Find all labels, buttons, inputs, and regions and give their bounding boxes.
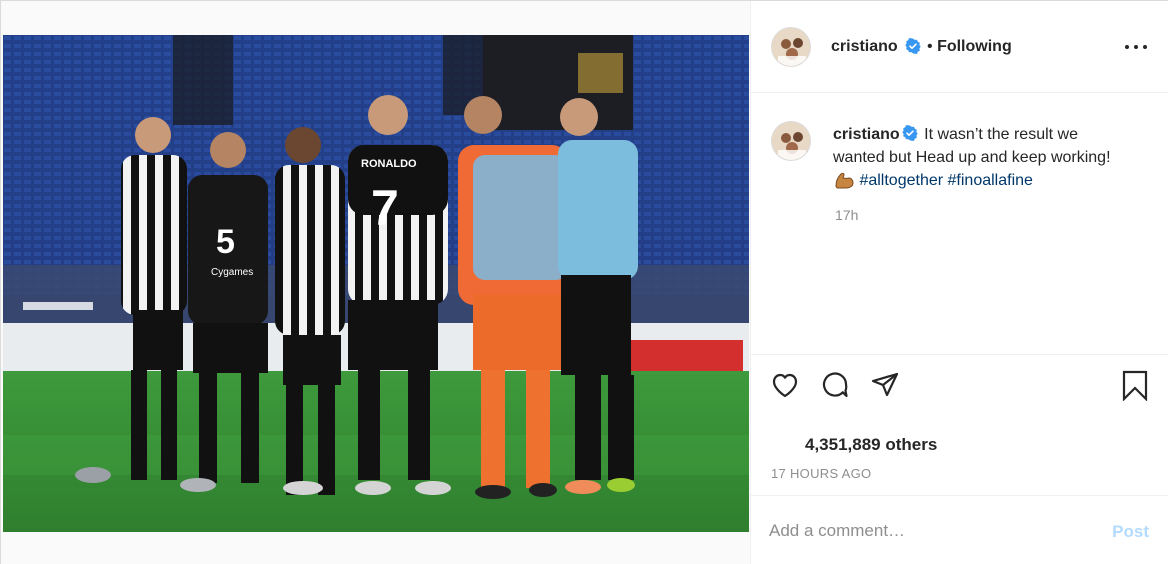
post-media: 5 Cygames RONALDO 7 <box>1 1 751 564</box>
comment-icon[interactable] <box>819 369 851 401</box>
heart-icon[interactable] <box>769 369 801 401</box>
team-celebration-photo: 5 Cygames RONALDO 7 <box>3 35 749 532</box>
post-timestamp[interactable]: 17 HOURS AGO <box>771 466 871 481</box>
post-header: cristiano • Following <box>751 1 1168 93</box>
jersey-name: RONALDO <box>361 158 417 170</box>
following-label: Following <box>937 38 1012 55</box>
comment-form: Post <box>751 495 1168 564</box>
caption-section: cristiano It wasn’t the result we wanted… <box>751 93 1168 355</box>
likes-count[interactable]: 4,351,889 others <box>805 435 937 455</box>
bookmark-icon[interactable] <box>1119 369 1151 401</box>
separator-dot: • <box>927 38 933 55</box>
action-bar <box>751 355 1168 415</box>
more-options-icon[interactable] <box>1125 37 1147 57</box>
caption-relative-time[interactable]: 17h <box>835 207 858 223</box>
comment-input[interactable] <box>769 518 1089 544</box>
verified-badge-icon <box>905 38 921 54</box>
jersey-number-5: 5 <box>216 223 235 261</box>
share-icon[interactable] <box>869 369 901 401</box>
post-details-panel: cristiano • Following cristiano It wasn’… <box>751 1 1168 564</box>
post-photo[interactable]: 5 Cygames RONALDO 7 <box>3 35 749 532</box>
jersey-sponsor: Cygames <box>211 267 253 278</box>
hashtag-link[interactable]: #finoallafine <box>948 172 1033 189</box>
avatar[interactable] <box>771 27 811 67</box>
jersey-number-7: 7 <box>371 180 399 236</box>
follow-status[interactable]: • Following <box>927 38 1012 56</box>
username-link[interactable]: cristiano <box>831 38 898 56</box>
caption-avatar[interactable] <box>771 121 811 161</box>
verified-badge-icon <box>901 125 918 141</box>
flexed-biceps-icon <box>835 172 854 189</box>
post-caption: cristiano It wasn’t the result we wanted… <box>833 123 1133 192</box>
caption-username[interactable]: cristiano <box>833 126 900 143</box>
post-container: 5 Cygames RONALDO 7 cristiano • Followin… <box>0 0 1168 564</box>
post-comment-button[interactable]: Post <box>1112 522 1149 542</box>
hashtag-link[interactable]: #alltogether <box>859 172 943 189</box>
